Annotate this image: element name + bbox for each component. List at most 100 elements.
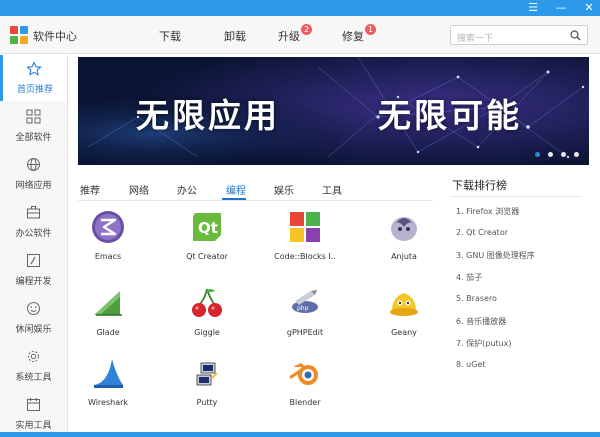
close-button[interactable]: ✕ [582,0,596,16]
tab-office[interactable]: 办公 [177,182,197,197]
app-name: Putty [196,398,218,407]
app-tile-putty[interactable]: Putty [172,355,242,417]
codeblocks-icon [290,212,320,242]
giggle-icon [192,288,222,317]
app-tile-anjuta[interactable]: Anjuta [369,209,439,271]
ranking-item[interactable]: 6. 音乐播放器 [456,316,506,327]
ranking-item[interactable]: 5. Brasero [456,294,497,303]
app-name: Anjuta [391,252,417,261]
tab-tools[interactable]: 工具 [322,182,342,197]
svg-text:php: php [297,305,309,312]
download-ranking: 下载排行榜 1. Firefox 浏览器 2. Qt Creator 3. GN… [452,177,592,369]
code-icon [27,254,40,267]
banner-headline-right: 无限可能 [378,96,522,135]
ranking-item[interactable]: 3. GNU 图像处理程序 [456,250,535,261]
qt-creator-icon: Qt [193,213,221,241]
banner-headline-left: 无限应用 [136,96,280,135]
banner-pagination [535,152,579,157]
putty-icon [196,362,218,386]
blender-icon [289,363,318,385]
sidebar-item-label: 首页推荐 [16,85,53,95]
tabs-divider [78,200,433,201]
app-header: 软件中心 下载 卸载 升级 2 修复 1 [0,16,600,54]
app-name: Emacs [94,252,122,261]
wireshark-icon [94,359,123,388]
app-name: Giggle [194,328,220,337]
glade-icon [94,291,122,316]
sidebar-item-utilities[interactable]: 实用工具 [0,391,67,437]
app-logo-icon [10,26,28,44]
nav-upgrade[interactable]: 升级 2 [278,24,312,44]
tab-programming[interactable]: 编程 [226,182,246,197]
ranking-item[interactable]: 4. 茄子 [456,272,482,283]
search-box [450,25,588,48]
sidebar-item-all-software[interactable]: 全部软件 [0,103,67,149]
ranking-item[interactable]: 2. Qt Creator [456,228,508,237]
gphpedit-icon: php [292,290,318,313]
globe-icon [27,158,40,171]
sidebar-item-label: 休闲娱乐 [15,325,52,335]
window-titlebar: ☰ — ✕ [0,0,600,16]
ranking-title: 下载排行榜 [452,179,507,192]
tab-network[interactable]: 网络 [129,182,149,197]
banner-dot[interactable] [574,152,579,157]
app-tile-giggle[interactable]: Giggle [172,285,242,347]
app-name: gPHPEdit [286,328,324,337]
sidebar: 首页推荐 全部软件 网络应用 办公软件 编程开发 休闲娱乐 系统工具 实用工具 [0,55,68,437]
sidebar-item-label: 系统工具 [15,373,52,383]
app-tile-glade[interactable]: Glade [73,285,143,347]
gear-icon [28,351,39,362]
grid-icon [26,109,41,124]
app-tile-geany[interactable]: Geany [369,285,439,347]
menu-icon[interactable]: ☰ [526,0,540,16]
sidebar-item-office[interactable]: 办公软件 [0,199,67,245]
upgrade-count-badge: 2 [301,24,312,35]
ranking-item[interactable]: 1. Firefox 浏览器 [456,206,519,217]
sidebar-item-label: 网络应用 [15,181,52,191]
sidebar-item-programming[interactable]: 编程开发 [0,247,67,293]
app-name: Glade [96,328,120,337]
star-icon [26,61,42,76]
sidebar-item-home[interactable]: 首页推荐 [0,55,67,101]
sidebar-item-leisure[interactable]: 休闲娱乐 [0,295,67,341]
nav-repair[interactable]: 修复 1 [342,24,376,44]
sidebar-item-label: 编程开发 [15,277,52,287]
app-tile-gphpedit[interactable]: php gPHPEdit [270,285,340,347]
tab-recommended[interactable]: 推荐 [80,182,100,197]
svg-text:Qt: Qt [198,219,218,237]
app-tile-emacs[interactable]: Emacs [73,209,143,271]
geany-icon [390,293,418,316]
nav-download[interactable]: 下载 [159,28,181,44]
repair-count-badge: 1 [365,24,376,35]
app-tile-codeblocks[interactable]: Code::Blocks I.. [270,209,340,271]
app-name: Code::Blocks I.. [274,252,336,261]
bottom-accent-bar [0,432,600,437]
banner-dot[interactable] [548,152,553,157]
sidebar-item-network[interactable]: 网络应用 [0,151,67,197]
app-title: 软件中心 [33,30,77,43]
app-name: Qt Creator [186,252,228,261]
window-controls: ☰ — ✕ [526,0,596,16]
sidebar-item-label: 全部软件 [15,133,52,143]
app-name: Wireshark [87,398,129,407]
ranking-item[interactable]: 8. uGet [456,360,486,369]
ranking-item[interactable]: 7. 保护(putux) [456,338,512,349]
app-name: Blender [289,398,321,407]
app-tile-blender[interactable]: Blender [270,355,340,417]
minimize-button[interactable]: — [554,0,568,16]
app-tile-wireshark[interactable]: Wireshark [73,355,143,417]
banner-dot[interactable] [535,152,540,157]
banner-dot[interactable] [561,152,566,157]
app-tile-qt-creator[interactable]: Qt Qt Creator [172,209,242,271]
ranking-divider [452,196,582,197]
nav-uninstall[interactable]: 卸载 [224,28,246,44]
sidebar-item-label: 办公软件 [15,229,52,239]
briefcase-icon [27,206,40,219]
emacs-icon [92,211,124,243]
promo-banner[interactable]: 无限应用 无限可能 [78,57,589,165]
sidebar-item-system-tools[interactable]: 系统工具 [0,343,67,389]
search-icon[interactable] [570,30,581,41]
tab-entertainment[interactable]: 娱乐 [274,182,294,197]
smile-icon [27,302,40,315]
search-input[interactable] [451,30,561,48]
